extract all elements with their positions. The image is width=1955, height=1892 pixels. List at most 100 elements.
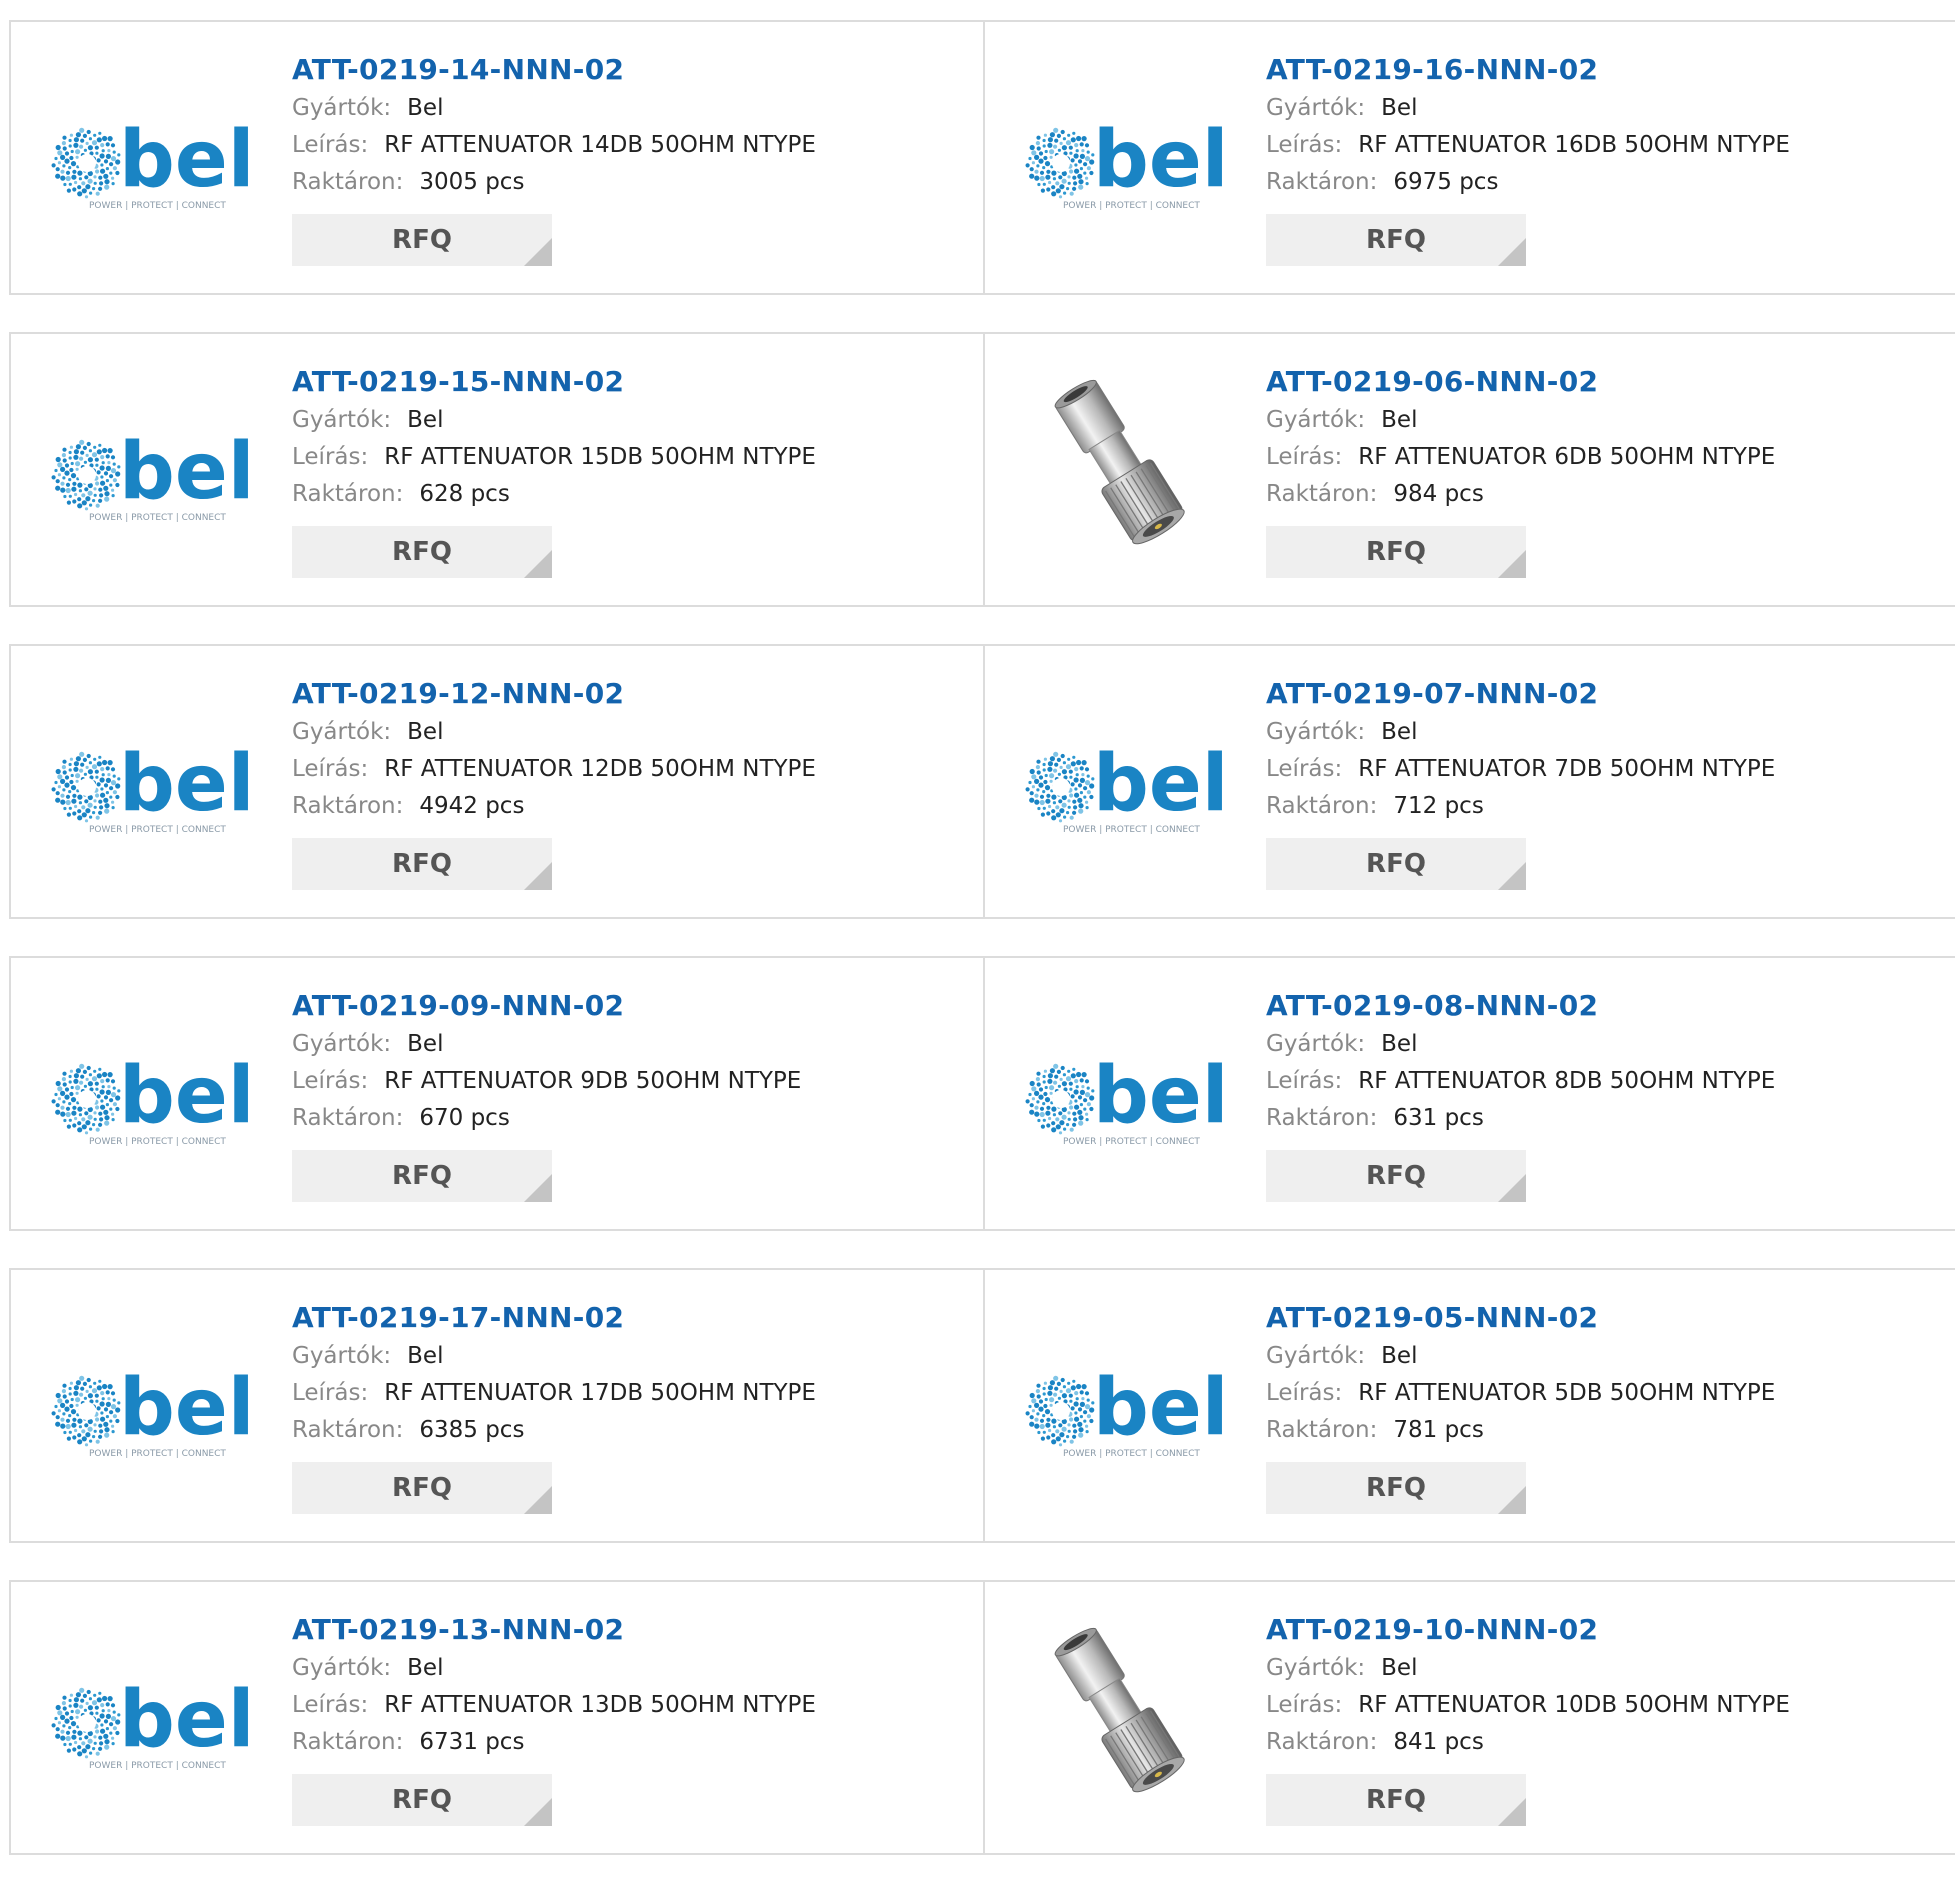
manufacturer-line: Gyártók: Bel — [292, 1338, 983, 1375]
product-card: bel POWER | PROTECT | CONNECT ATT-0219-1… — [11, 1582, 983, 1853]
logo-word: bel — [119, 1675, 254, 1765]
description-line: Leírás: RF ATTENUATOR 5DB 50OHM NTYPE — [1266, 1375, 1955, 1412]
part-number-link[interactable]: ATT-0219-06-NNN-02 — [1266, 362, 1955, 402]
part-number-link[interactable]: ATT-0219-09-NNN-02 — [292, 986, 983, 1026]
description-line: Leírás: RF ATTENUATOR 9DB 50OHM NTYPE — [292, 1063, 983, 1100]
rfq-button[interactable]: RFQ — [292, 214, 552, 266]
rfq-button[interactable]: RFQ — [1266, 1774, 1526, 1826]
rfq-button[interactable]: RFQ — [292, 1774, 552, 1826]
description-value: RF ATTENUATOR 17DB 50OHM NTYPE — [384, 1380, 816, 1406]
part-number-link[interactable]: ATT-0219-13-NNN-02 — [292, 1610, 983, 1650]
description-label: Leírás: — [1266, 756, 1343, 782]
part-number-link[interactable]: ATT-0219-05-NNN-02 — [1266, 1298, 1955, 1338]
rfq-button[interactable]: RFQ — [1266, 1462, 1526, 1514]
corner-fold-icon — [1498, 550, 1526, 578]
manufacturer-value: Bel — [407, 1343, 444, 1369]
stock-line: Raktáron: 670 pcs — [292, 1100, 983, 1137]
rfq-label: RFQ — [1366, 1473, 1426, 1503]
logo-tagline: POWER | PROTECT | CONNECT — [89, 1449, 226, 1459]
manufacturer-value: Bel — [407, 1655, 444, 1681]
description-value: RF ATTENUATOR 13DB 50OHM NTYPE — [384, 1692, 816, 1718]
product-image[interactable]: bel POWER | PROTECT | CONNECT — [1023, 62, 1228, 260]
logo-tagline: POWER | PROTECT | CONNECT — [1063, 1137, 1200, 1147]
product-image[interactable]: bel POWER | PROTECT | CONNECT — [1023, 686, 1228, 884]
stock-value: 4942 pcs — [419, 793, 525, 819]
part-number-link[interactable]: ATT-0219-17-NNN-02 — [292, 1298, 983, 1338]
logo-tagline: POWER | PROTECT | CONNECT — [89, 1761, 226, 1771]
stock-line: Raktáron: 984 pcs — [1266, 476, 1955, 513]
product-image[interactable]: bel POWER | PROTECT | CONNECT — [49, 1310, 254, 1508]
description-value: RF ATTENUATOR 15DB 50OHM NTYPE — [384, 444, 816, 470]
manufacturer-line: Gyártók: Bel — [292, 1650, 983, 1687]
product-image[interactable]: bel POWER | PROTECT | CONNECT — [1023, 1310, 1228, 1508]
stock-line: Raktáron: 6975 pcs — [1266, 164, 1955, 201]
bel-logo: bel POWER | PROTECT | CONNECT — [1025, 115, 1228, 211]
part-number-link[interactable]: ATT-0219-14-NNN-02 — [292, 50, 983, 90]
product-image[interactable] — [1023, 374, 1228, 572]
stock-value: 984 pcs — [1393, 481, 1484, 507]
bel-logo: bel POWER | PROTECT | CONNECT — [51, 1363, 254, 1459]
rfq-button[interactable]: RFQ — [292, 838, 552, 890]
description-value: RF ATTENUATOR 16DB 50OHM NTYPE — [1358, 132, 1790, 158]
rfq-button[interactable]: RFQ — [292, 1150, 552, 1202]
product-image[interactable]: bel POWER | PROTECT | CONNECT — [49, 998, 254, 1196]
part-number-link[interactable]: ATT-0219-07-NNN-02 — [1266, 674, 1955, 714]
corner-fold-icon — [1498, 238, 1526, 266]
manufacturer-label: Gyártók: — [292, 95, 392, 121]
manufacturer-line: Gyártók: Bel — [292, 1026, 983, 1063]
stock-value: 6731 pcs — [419, 1729, 525, 1755]
stock-label: Raktáron: — [292, 169, 404, 195]
product-card: bel POWER | PROTECT | CONNECT ATT-0219-1… — [11, 22, 983, 293]
description-line: Leírás: RF ATTENUATOR 13DB 50OHM NTYPE — [292, 1687, 983, 1724]
product-card: bel POWER | PROTECT | CONNECT ATT-0219-0… — [983, 958, 1955, 1229]
manufacturer-value: Bel — [407, 719, 444, 745]
product-image[interactable]: bel POWER | PROTECT | CONNECT — [49, 374, 254, 572]
product-image[interactable]: bel POWER | PROTECT | CONNECT — [1023, 998, 1228, 1196]
manufacturer-label: Gyártók: — [1266, 1655, 1366, 1681]
corner-fold-icon — [1498, 1174, 1526, 1202]
stock-label: Raktáron: — [292, 1105, 404, 1131]
corner-fold-icon — [1498, 862, 1526, 890]
manufacturer-label: Gyártók: — [1266, 1031, 1366, 1057]
description-label: Leírás: — [292, 1692, 369, 1718]
product-card: ATT-0219-10-NNN-02 Gyártók: Bel Leírás: RF A… — [983, 1582, 1955, 1853]
rfq-button[interactable]: RFQ — [1266, 214, 1526, 266]
rfq-button[interactable]: RFQ — [1266, 838, 1526, 890]
manufacturer-line: Gyártók: Bel — [1266, 1026, 1955, 1063]
manufacturer-value: Bel — [1381, 407, 1418, 433]
description-line: Leírás: RF ATTENUATOR 10DB 50OHM NTYPE — [1266, 1687, 1955, 1724]
stock-label: Raktáron: — [1266, 1729, 1378, 1755]
stock-line: Raktáron: 781 pcs — [1266, 1412, 1955, 1449]
part-number-link[interactable]: ATT-0219-12-NNN-02 — [292, 674, 983, 714]
part-number-link[interactable]: ATT-0219-15-NNN-02 — [292, 362, 983, 402]
manufacturer-label: Gyártók: — [292, 407, 392, 433]
stock-line: Raktáron: 841 pcs — [1266, 1724, 1955, 1761]
rfq-button[interactable]: RFQ — [1266, 1150, 1526, 1202]
manufacturer-value: Bel — [1381, 719, 1418, 745]
product-image[interactable]: bel POWER | PROTECT | CONNECT — [49, 62, 254, 260]
logo-tagline: POWER | PROTECT | CONNECT — [89, 825, 226, 835]
corner-fold-icon — [1498, 1798, 1526, 1826]
part-number-link[interactable]: ATT-0219-10-NNN-02 — [1266, 1610, 1955, 1650]
description-line: Leírás: RF ATTENUATOR 15DB 50OHM NTYPE — [292, 439, 983, 476]
bel-logo: bel POWER | PROTECT | CONNECT — [51, 739, 254, 835]
part-number-link[interactable]: ATT-0219-08-NNN-02 — [1266, 986, 1955, 1026]
description-value: RF ATTENUATOR 12DB 50OHM NTYPE — [384, 756, 816, 782]
manufacturer-line: Gyártók: Bel — [292, 402, 983, 439]
product-image[interactable]: bel POWER | PROTECT | CONNECT — [49, 686, 254, 884]
manufacturer-value: Bel — [1381, 1031, 1418, 1057]
product-image[interactable] — [1023, 1622, 1228, 1820]
rfq-button[interactable]: RFQ — [292, 1462, 552, 1514]
rfq-button[interactable]: RFQ — [1266, 526, 1526, 578]
rfq-button[interactable]: RFQ — [292, 526, 552, 578]
stock-label: Raktáron: — [1266, 481, 1378, 507]
bel-logo: bel POWER | PROTECT | CONNECT — [51, 1675, 254, 1771]
part-number-link[interactable]: ATT-0219-16-NNN-02 — [1266, 50, 1955, 90]
manufacturer-line: Gyártók: Bel — [292, 714, 983, 751]
description-line: Leírás: RF ATTENUATOR 8DB 50OHM NTYPE — [1266, 1063, 1955, 1100]
product-info: ATT-0219-15-NNN-02 Gyártók: Bel Leírás: RF A… — [292, 362, 983, 578]
product-image[interactable]: bel POWER | PROTECT | CONNECT — [49, 1622, 254, 1820]
rfq-label: RFQ — [392, 1161, 452, 1191]
stock-line: Raktáron: 628 pcs — [292, 476, 983, 513]
product-card: bel POWER | PROTECT | CONNECT ATT-0219-1… — [11, 1270, 983, 1541]
